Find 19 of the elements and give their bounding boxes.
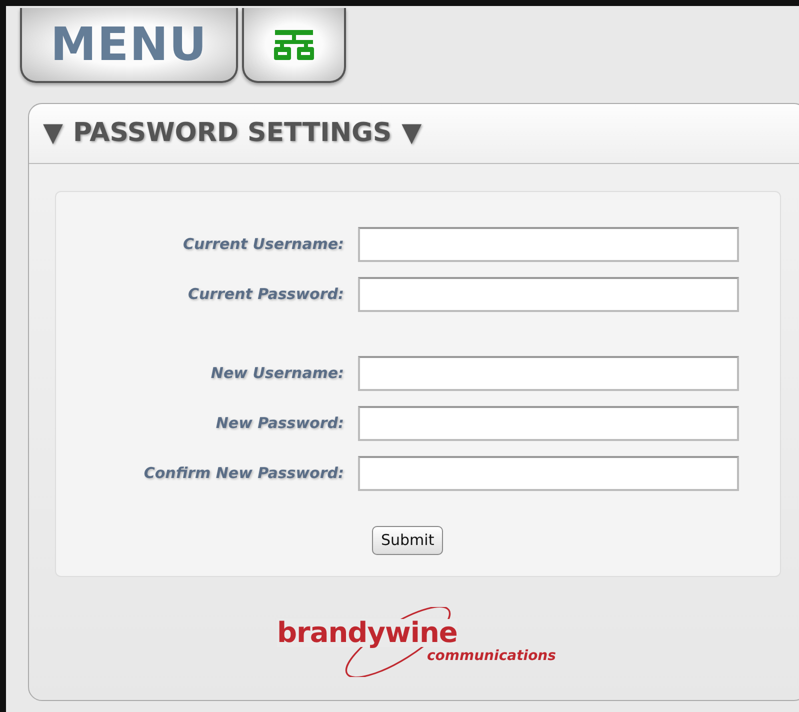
input-field[interactable] bbox=[358, 226, 739, 262]
field-label: New Password: bbox=[214, 412, 345, 434]
network-tab[interactable] bbox=[242, 8, 346, 83]
field-label: Current Username: bbox=[182, 234, 345, 255]
network-icon bbox=[273, 28, 315, 62]
input-field[interactable] bbox=[358, 276, 739, 312]
input-field[interactable] bbox=[358, 456, 739, 490]
brand-tagline: communications bbox=[427, 649, 556, 663]
menu-tab[interactable]: MENU bbox=[20, 8, 238, 83]
field-label: Confirm New Password: bbox=[142, 462, 345, 484]
collapse-marker: ▼ bbox=[402, 117, 422, 150]
input-field[interactable] bbox=[358, 356, 739, 390]
brand-name: brandywine bbox=[277, 619, 458, 647]
field-label: Current Password: bbox=[186, 284, 345, 305]
collapse-marker: ▼ bbox=[43, 117, 63, 150]
input-field[interactable] bbox=[358, 406, 739, 440]
panel-title: PASSWORD SETTINGS bbox=[73, 117, 392, 150]
field-label: New Username: bbox=[210, 362, 345, 384]
submit-button[interactable]: Submit bbox=[372, 526, 444, 554]
